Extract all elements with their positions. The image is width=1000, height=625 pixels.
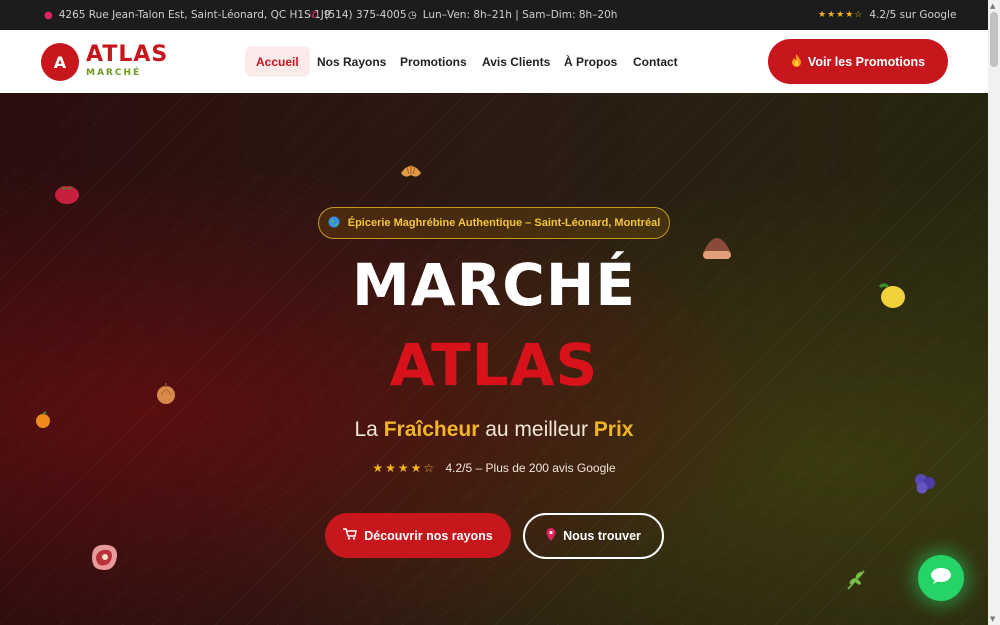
- meat-icon: [86, 539, 124, 579]
- chat-icon: [930, 567, 952, 589]
- hours-text: Lun–Ven: 8h–21h | Sam–Dim: 8h–20h: [422, 9, 618, 21]
- globe-icon: [328, 216, 340, 231]
- address-item: ● 4265 Rue Jean-Talon Est, Saint-Léonard…: [44, 0, 331, 30]
- scroll-thumb[interactable]: [990, 12, 998, 67]
- rating-text: 4.2/5 – Plus de 200 avis Google: [445, 461, 616, 475]
- tomato-icon: [54, 181, 80, 209]
- hero-section: Épicerie Maghrébine Authentique – Saint-…: [0, 93, 988, 625]
- hero-title-line1: MARCHÉ: [352, 251, 636, 319]
- discover-button-label: Découvrir nos rayons: [364, 528, 493, 543]
- google-rating-text: 4.2/5 sur Google: [869, 9, 957, 21]
- phone-text[interactable]: (514) 375-4005: [324, 9, 406, 21]
- main-navbar: A ATLAS MARCHÉ Accueil Nos Rayons Promot…: [0, 30, 988, 93]
- logo-name[interactable]: ATLAS: [86, 42, 168, 67]
- hero-title-line2: ATLAS: [389, 331, 599, 399]
- tagline-pre: La: [354, 418, 378, 441]
- google-rating[interactable]: ★★★★☆ 4.2/5 sur Google: [818, 0, 956, 30]
- fire-icon: [791, 53, 802, 70]
- tagline-highlight-2: Prix: [593, 418, 634, 441]
- nav-a-propos[interactable]: À Propos: [553, 46, 628, 77]
- rating-stars: ★★★★☆: [372, 461, 437, 475]
- nav-contact[interactable]: Contact: [622, 46, 689, 77]
- tagline-highlight-1: Fraîcheur: [383, 418, 480, 441]
- top-info-bar: ● 4265 Rue Jean-Talon Est, Saint-Léonard…: [0, 0, 988, 30]
- phone-icon: ✆: [310, 9, 319, 21]
- page-scrollbar[interactable]: ▲ ▼: [988, 0, 1000, 625]
- phone-item[interactable]: ✆ (514) 375-4005: [310, 0, 407, 30]
- address-text: 4265 Rue Jean-Talon Est, Saint-Léonard, …: [58, 9, 331, 21]
- map-pin-icon: [546, 528, 556, 544]
- hero-tagline: La Fraîcheur au meilleur Prix: [0, 418, 988, 442]
- hours-item: ◷ Lun–Ven: 8h–21h | Sam–Dim: 8h–20h: [408, 0, 617, 30]
- blueberries-icon: [912, 471, 938, 499]
- scroll-up-arrow-icon[interactable]: ▲: [990, 2, 995, 10]
- find-us-label: Nous trouver: [563, 529, 641, 543]
- logo-subtitle: MARCHÉ: [86, 68, 142, 78]
- rating-stars: ★★★★☆: [818, 10, 864, 20]
- hero-badge: Épicerie Maghrébine Authentique – Saint-…: [318, 207, 670, 239]
- cart-icon: [343, 528, 358, 543]
- discover-rayons-button[interactable]: Découvrir nos rayons: [325, 513, 511, 558]
- herb-icon: [844, 567, 868, 595]
- croissant-icon: [399, 159, 423, 187]
- nav-accueil[interactable]: Accueil: [245, 46, 310, 77]
- nav-avis-clients[interactable]: Avis Clients: [471, 46, 561, 77]
- badge-text: Épicerie Maghrébine Authentique – Saint-…: [347, 217, 661, 229]
- hero-rating: ★★★★☆ 4.2/5 – Plus de 200 avis Google: [0, 461, 988, 475]
- find-us-button[interactable]: Nous trouver: [523, 513, 664, 559]
- nav-nos-rayons[interactable]: Nos Rayons: [306, 46, 397, 77]
- nav-promotions[interactable]: Promotions: [389, 46, 478, 77]
- promotions-cta-button[interactable]: Voir les Promotions: [768, 39, 948, 84]
- map-pin-icon: ●: [44, 9, 53, 21]
- cta-label: Voir les Promotions: [807, 54, 926, 69]
- chat-button[interactable]: [918, 555, 964, 601]
- scroll-down-arrow-icon[interactable]: ▼: [990, 615, 995, 623]
- clock-icon: ◷: [408, 9, 417, 21]
- logo-mark[interactable]: A: [41, 43, 79, 81]
- tagline-mid: au meilleur: [485, 418, 588, 441]
